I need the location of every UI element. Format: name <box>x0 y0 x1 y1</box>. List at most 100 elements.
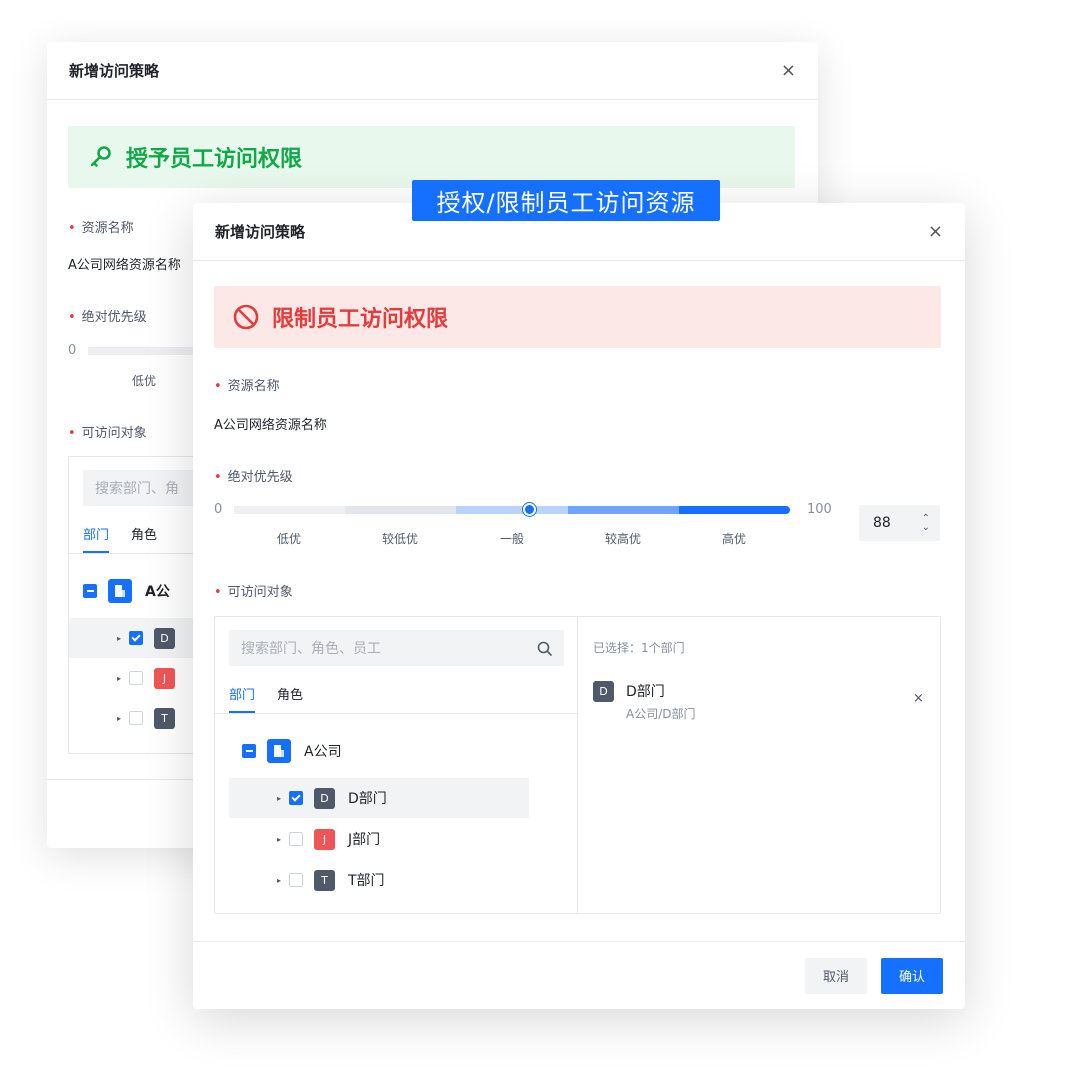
dialog-title: 新增访问策略 <box>215 223 306 241</box>
resource-label: • 资源名称 <box>214 375 280 394</box>
restrict-banner-text: 限制员工访问权限 <box>272 307 449 332</box>
key-icon <box>90 146 111 167</box>
tab-role[interactable]: 角色 <box>277 684 303 713</box>
forbidden-icon <box>233 304 259 330</box>
level-label: 较低优 <box>381 532 419 546</box>
confirm-button[interactable]: 确认 <box>880 957 943 994</box>
checkbox-indeterminate[interactable] <box>83 584 97 598</box>
expand-caret-icon[interactable]: ▸ <box>109 634 129 643</box>
slider-max: 100 <box>807 502 832 517</box>
restrict-banner: 限制员工访问权限 <box>214 286 941 348</box>
remove-icon[interactable]: × <box>913 691 924 706</box>
required-mark: • <box>214 585 222 600</box>
priority-stepper[interactable]: 88 ⌃ ⌄ <box>859 505 940 541</box>
objects-label-text: 可访问对象 <box>81 426 147 441</box>
tree-item-d[interactable]: ▸ D D部门 <box>229 778 529 818</box>
tab-role[interactable]: 角色 <box>131 524 157 553</box>
dept-avatar: D <box>593 681 614 702</box>
close-icon[interactable]: × <box>928 222 943 241</box>
expand-caret-icon[interactable]: ▸ <box>109 714 129 723</box>
company-icon <box>108 579 132 603</box>
checkbox[interactable] <box>129 631 143 645</box>
search-icon[interactable] <box>537 641 552 656</box>
tree-item-t[interactable]: ▸ T T部门 <box>269 860 385 900</box>
panel-divider <box>577 617 578 913</box>
dept-label: D部门 <box>348 791 387 807</box>
slider-thumb[interactable] <box>523 503 536 516</box>
priority-slider[interactable] <box>88 347 198 355</box>
priority-label: • 绝对优先级 <box>214 466 293 485</box>
checkbox[interactable] <box>289 873 303 887</box>
tree-item-j[interactable]: ▸ J <box>109 658 188 698</box>
priority-label-text: 绝对优先级 <box>81 310 147 325</box>
priority-label: • 绝对优先级 <box>68 306 147 325</box>
required-mark: • <box>214 470 222 485</box>
tab-department[interactable]: 部门 <box>83 524 110 553</box>
resource-label: • 资源名称 <box>68 217 134 236</box>
objects-label: • 可访问对象 <box>214 581 293 600</box>
checkbox[interactable] <box>289 832 303 846</box>
selected-item-text: D部门 A公司/D部门 <box>626 681 696 722</box>
close-icon[interactable]: × <box>781 61 796 80</box>
tree-item-t[interactable]: ▸ T <box>109 698 188 738</box>
grant-banner: 授予员工访问权限 <box>68 126 795 188</box>
tree-root-label: A公 <box>145 584 170 600</box>
expand-caret-icon[interactable]: ▸ <box>109 674 129 683</box>
feature-tag: 授权/限制员工访问资源 <box>412 180 720 221</box>
selected-item: D D部门 A公司/D部门 <box>593 681 696 722</box>
grant-banner-text: 授予员工访问权限 <box>126 147 303 172</box>
slider-segment-lower <box>345 506 456 514</box>
expand-caret-icon[interactable]: ▸ <box>269 794 289 803</box>
tab-bar: 部门 角色 <box>229 684 303 713</box>
selected-item-path: A公司/D部门 <box>626 707 696 721</box>
cancel-button[interactable]: 取消 <box>804 957 867 994</box>
dept-avatar: J <box>154 667 175 689</box>
search-placeholder: 搜索部门、角色、员工 <box>241 641 381 657</box>
stepper-value: 88 <box>873 515 891 531</box>
required-mark: • <box>68 426 76 441</box>
selected-summary: 已选择：1个部门 <box>593 641 685 655</box>
dialog-header: 新增访问策略 × <box>47 42 818 100</box>
checkbox[interactable] <box>129 671 143 685</box>
slider-segment-high <box>679 506 790 514</box>
checkbox-indeterminate[interactable] <box>242 744 256 758</box>
level-label: 低优 <box>276 532 302 546</box>
expand-caret-icon[interactable]: ▸ <box>269 876 289 885</box>
slider-segment-low <box>234 506 345 514</box>
restrict-policy-dialog: 新增访问策略 × 限制员工访问权限 • 资源名称 A公司网络资源名称 • 绝对优先级… <box>193 203 965 1009</box>
tree-root[interactable]: A公 <box>83 571 170 611</box>
priority-slider[interactable] <box>234 503 790 516</box>
selected-item-name: D部门 <box>626 684 665 700</box>
object-picker-panel: 搜索部门、角色、员工 部门 角色 A公司 ▸ D D部门 ▸ J J部门 ▸ T… <box>214 616 941 914</box>
search-placeholder: 搜索部门、角 <box>95 481 179 497</box>
required-mark: • <box>68 310 76 325</box>
resource-value: A公司网络资源名称 <box>68 258 181 273</box>
search-input[interactable]: 搜索部门、角色、员工 <box>229 630 564 666</box>
tree-item-j[interactable]: ▸ J J部门 <box>269 819 380 859</box>
resource-value: A公司网络资源名称 <box>214 418 327 433</box>
level-labels: 低优 较低优 一般 较高优 高优 <box>234 530 790 548</box>
objects-label-text: 可访问对象 <box>227 585 293 600</box>
divider <box>215 713 577 714</box>
checkbox[interactable] <box>289 791 303 805</box>
objects-label: • 可访问对象 <box>68 422 147 441</box>
company-icon <box>267 739 291 763</box>
resource-label-text: 资源名称 <box>81 221 134 236</box>
priority-label-text: 绝对优先级 <box>227 470 293 485</box>
required-mark: • <box>68 221 76 236</box>
expand-caret-icon[interactable]: ▸ <box>269 835 289 844</box>
tree-root[interactable]: A公司 <box>242 731 342 771</box>
dialog-title: 新增访问策略 <box>69 62 160 80</box>
level-label: 高优 <box>721 532 747 546</box>
level-label: 较高优 <box>604 532 642 546</box>
dept-label: T部门 <box>348 873 385 889</box>
resource-label-text: 资源名称 <box>227 379 280 394</box>
dept-label: J部门 <box>348 832 381 848</box>
level-label: 低优 <box>131 374 157 388</box>
tab-department[interactable]: 部门 <box>229 684 256 713</box>
chevron-down-icon[interactable]: ⌄ <box>922 523 930 533</box>
stepper-arrows[interactable]: ⌃ ⌄ <box>922 514 930 533</box>
dept-avatar: D <box>154 627 175 649</box>
checkbox[interactable] <box>129 711 143 725</box>
dept-avatar: T <box>154 707 175 729</box>
